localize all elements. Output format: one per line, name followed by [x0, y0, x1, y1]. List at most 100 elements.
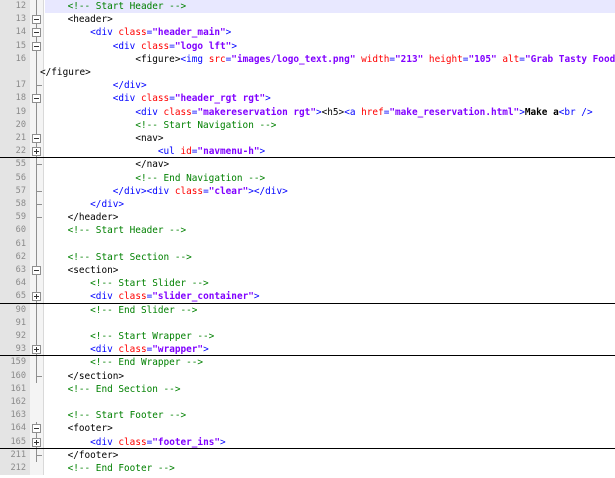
code-text[interactable]: <!-- Start Footer -->: [45, 409, 615, 422]
code-text[interactable]: <section>: [45, 264, 615, 277]
code-line[interactable]: 57 </div><div class="clear"></div>: [0, 184, 615, 198]
code-line[interactable]: 159 <!-- End Wrapper -->: [0, 356, 615, 370]
code-text[interactable]: <div class="header_main">: [45, 26, 615, 39]
code-line[interactable]: 163 <!-- Start Footer -->: [0, 409, 615, 423]
code-text[interactable]: <div class="wrapper">: [45, 343, 615, 355]
code-text[interactable]: <nav>: [45, 132, 615, 145]
fold-expand-icon[interactable]: [32, 345, 41, 355]
code-token: <!-- End Wrapper -->: [90, 357, 204, 369]
code-text[interactable]: <header>: [45, 13, 615, 26]
fold-collapse-icon[interactable]: [32, 94, 41, 104]
code-text[interactable]: </figure>: [40, 66, 615, 79]
code-token: <!-- End Section -->: [67, 383, 181, 395]
code-line[interactable]: 164 <footer>: [0, 422, 615, 436]
code-line[interactable]: 62 <!-- Start Section -->: [0, 250, 615, 264]
code-token: "footer_ins": [152, 436, 221, 448]
code-line[interactable]: 15 <div class="logo lft">: [0, 39, 615, 53]
code-text[interactable]: </div>: [45, 79, 615, 92]
fold-collapse-icon[interactable]: [32, 266, 41, 275]
code-line[interactable]: 63 <section>: [0, 264, 615, 278]
code-text[interactable]: <div class="makereservation rgt"><h5><a …: [45, 106, 615, 119]
code-line[interactable]: 22 <ul id="navmenu-h">: [0, 145, 615, 159]
code-text[interactable]: <div class="footer_ins">: [45, 436, 615, 448]
code-text[interactable]: <!-- Start Header -->: [45, 0, 615, 14]
code-text[interactable]: <!-- Start Wrapper -->: [45, 330, 615, 343]
code-line[interactable]: 165 <div class="footer_ins">: [0, 435, 615, 449]
code-text[interactable]: <ul id="navmenu-h">: [45, 145, 615, 157]
code-text[interactable]: </nav>: [45, 158, 615, 171]
fold-margin: [30, 435, 44, 448]
code-text[interactable]: <!-- End Wrapper -->: [45, 356, 615, 369]
code-line[interactable]: 212 <!-- End Footer -->: [0, 462, 615, 476]
code-token: "header_main": [152, 27, 226, 39]
fold-expand-icon[interactable]: [32, 292, 41, 302]
fold-collapse-icon[interactable]: [32, 134, 41, 143]
code-line[interactable]: 59 </header>: [0, 211, 615, 225]
code-line[interactable]: 58 </div>: [0, 198, 615, 212]
code-line[interactable]: </figure>: [0, 66, 615, 80]
line-number: 64: [0, 277, 30, 291]
code-line[interactable]: 56 <!-- End Navigation -->: [0, 171, 615, 185]
code-line[interactable]: 60 <!-- Start Header -->: [0, 224, 615, 238]
code-text[interactable]: <!-- End Slider -->: [45, 304, 615, 317]
code-text[interactable]: </section>: [45, 370, 615, 383]
code-line[interactable]: 12 <!-- Start Header -->: [0, 0, 615, 14]
code-line[interactable]: 92 <!-- Start Wrapper -->: [0, 330, 615, 344]
fold-expand-icon[interactable]: [32, 147, 41, 157]
fold-collapse-icon[interactable]: [32, 41, 41, 51]
code-line[interactable]: 160 </section>: [0, 369, 615, 383]
fold-collapse-icon[interactable]: [32, 424, 41, 434]
code-text[interactable]: <!-- Start Section -->: [45, 251, 615, 264]
code-text[interactable]: <footer>: [45, 422, 615, 435]
code-line[interactable]: 14 <div class="header_main">: [0, 26, 615, 40]
fold-collapse-icon[interactable]: [32, 28, 41, 38]
code-token: </div>: [90, 199, 125, 210]
code-token: "slider_container": [152, 291, 254, 303]
line-number: 13: [0, 13, 30, 27]
code-line[interactable]: 211 </footer>: [0, 448, 615, 462]
code-text[interactable]: </header>: [45, 211, 615, 224]
fold-margin: [30, 145, 44, 158]
code-text[interactable]: </div><div class="clear"></div>: [45, 185, 615, 198]
code-line[interactable]: 91: [0, 316, 615, 330]
code-line[interactable]: 64 <!-- Start Slider -->: [0, 277, 615, 291]
code-token: <!-- Start Slider -->: [90, 278, 209, 290]
code-text[interactable]: [45, 238, 615, 251]
line-number: 63: [0, 264, 30, 278]
code-text[interactable]: <!-- Start Header -->: [45, 224, 615, 237]
code-token: src: [208, 53, 226, 65]
code-line[interactable]: 93 <div class="wrapper">: [0, 343, 615, 357]
code-line[interactable]: 20 <!-- Start Navigation -->: [0, 118, 615, 132]
code-line[interactable]: 65 <div class="slider_container">: [0, 290, 615, 304]
code-line[interactable]: 61: [0, 237, 615, 251]
code-text[interactable]: <!-- Start Navigation -->: [45, 119, 615, 132]
fold-collapse-icon[interactable]: [32, 15, 41, 25]
code-line[interactable]: 16 <figure><img src="images/logo_text.pn…: [0, 52, 615, 66]
code-line[interactable]: 17 </div>: [0, 79, 615, 93]
code-text[interactable]: <!-- Start Slider -->: [45, 277, 615, 290]
code-text[interactable]: </footer>: [45, 449, 615, 462]
code-text[interactable]: <div class="header_rgt rgt">: [45, 92, 615, 105]
code-line[interactable]: 162: [0, 396, 615, 410]
code-text[interactable]: </div>: [45, 198, 615, 211]
code-line[interactable]: 55 </nav>: [0, 158, 615, 172]
code-editor[interactable]: 12 <!-- Start Header --> 13 <header> 14 <d…: [0, 0, 615, 478]
code-line[interactable]: 161 <!-- End Section -->: [0, 382, 615, 396]
code-text[interactable]: <!-- End Navigation -->: [45, 172, 615, 185]
code-text[interactable]: <!-- End Section -->: [45, 383, 615, 396]
code-line[interactable]: 13 <header>: [0, 13, 615, 27]
code-line[interactable]: 18 <div class="header_rgt rgt">: [0, 92, 615, 106]
code-text[interactable]: [45, 396, 615, 409]
code-text[interactable]: [45, 317, 615, 330]
code-token: <nav>: [135, 133, 164, 144]
code-text[interactable]: <!-- End Footer -->: [45, 462, 615, 475]
fold-margin: [30, 382, 44, 396]
code-text[interactable]: <div class="slider_container">: [45, 290, 615, 302]
code-token: class: [118, 436, 147, 448]
fold-expand-icon[interactable]: [32, 437, 41, 447]
code-text[interactable]: <div class="logo lft">: [45, 40, 615, 53]
code-line[interactable]: 19 <div class="makereservation rgt"><h5>…: [0, 105, 615, 119]
code-line[interactable]: 21 <nav>: [0, 132, 615, 146]
code-line[interactable]: 90 <!-- End Slider -->: [0, 303, 615, 317]
code-text[interactable]: <figure><img src="images/logo_text.png" …: [45, 53, 615, 66]
